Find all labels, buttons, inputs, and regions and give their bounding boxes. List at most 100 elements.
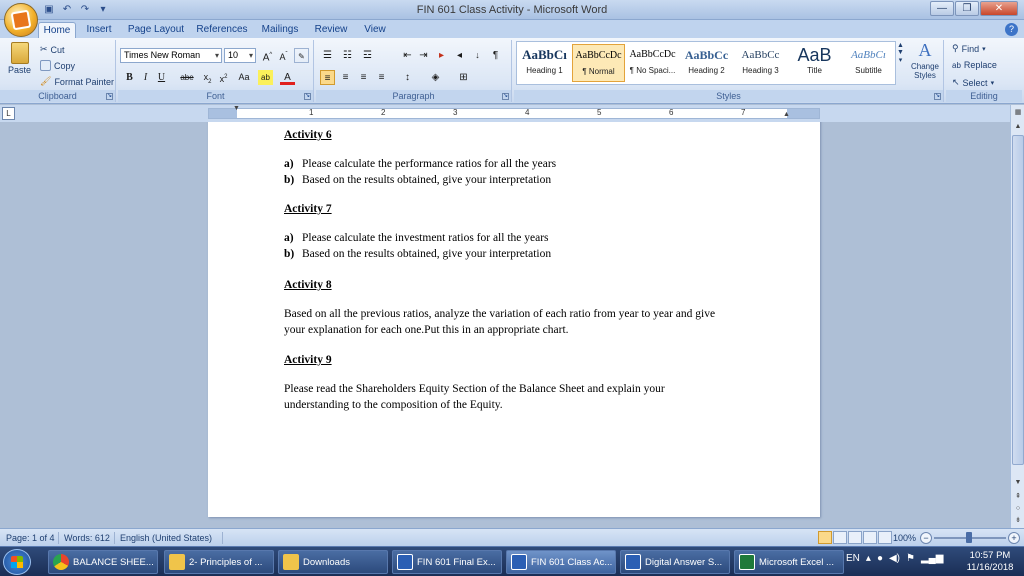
volume-icon[interactable]: ◀) [889,553,900,564]
office-button[interactable] [4,3,38,37]
previous-page-icon[interactable]: ⇞ [1012,491,1024,503]
bold-button[interactable]: B [122,70,137,85]
document-page[interactable]: Activity 6 a) Please calculate the perfor… [208,122,820,517]
shading-button[interactable]: ◈ [428,70,443,85]
clipboard-launcher-icon[interactable]: ↘ [106,93,113,100]
language-indicator[interactable]: English (United States) [120,533,212,543]
restore-button[interactable]: ❐ [955,1,979,16]
change-case-button[interactable]: Aa [234,70,254,85]
minimize-button[interactable]: — [930,1,954,16]
style-heading-2[interactable]: AaBbCc Heading 2 [680,44,733,82]
clear-formatting-button[interactable]: ✎ [294,48,309,63]
tab-insert[interactable]: Insert [84,22,114,38]
highlight-color-button[interactable]: ab [258,70,273,85]
ltr-direction-button[interactable]: ▸ [434,48,449,63]
tab-review[interactable]: Review [312,22,350,38]
show-formatting-marks-button[interactable]: ¶ [488,48,503,63]
zoom-level[interactable]: 100% [893,533,916,543]
italic-button[interactable]: I [138,70,153,85]
line-spacing-button[interactable]: ↕ [400,70,415,85]
scrollbar-thumb[interactable] [1012,135,1024,465]
font-name-select[interactable]: Times New Roman [120,48,222,63]
system-clock[interactable]: 10:57 PM 11/16/2018 [960,550,1020,574]
scroll-up-arrow-icon[interactable]: ▲ [1012,121,1024,133]
taskbar-item-word-final[interactable]: FIN 601 Final Ex... [392,550,502,574]
ruler-toggle-icon[interactable]: ▦ [1012,107,1024,119]
scroll-down-arrow-icon[interactable]: ▼ [1012,477,1024,489]
paste-button[interactable]: Paste [8,42,31,75]
print-layout-view-button[interactable] [818,531,832,544]
zoom-in-button[interactable]: + [1008,532,1020,544]
superscript-button[interactable]: x2 [216,70,231,85]
tab-references[interactable]: References [196,22,248,38]
format-painter-button[interactable]: 🖌 Format Painter [40,76,114,87]
replace-button[interactable]: ab Replace [952,60,997,70]
increase-indent-button[interactable]: ⇥ [416,48,431,63]
help-icon[interactable]: ? [1005,23,1018,36]
signal-icon[interactable]: ▂▄▆ [921,553,943,564]
find-button[interactable]: ⚲ Find ▾ [952,43,986,54]
style-normal[interactable]: AaBbCcDc ¶ Normal [572,44,625,82]
numbering-button[interactable]: ☷ [340,48,355,63]
start-button[interactable] [3,549,31,575]
outline-view-button[interactable] [863,531,877,544]
taskbar-item-chrome[interactable]: BALANCE SHEE... [48,550,158,574]
language-bar[interactable]: EN [846,553,860,564]
style-heading-3[interactable]: AaBbCc Heading 3 [734,44,787,82]
full-screen-reading-button[interactable] [833,531,847,544]
next-page-icon[interactable]: ⇟ [1012,515,1024,527]
right-indent-marker[interactable]: ▲ [783,111,790,118]
style-no-spacing[interactable]: AaBbCcDc ¶ No Spaci... [626,44,679,82]
styles-launcher-icon[interactable]: ↘ [934,93,941,100]
zoom-slider-thumb[interactable] [966,532,972,543]
taskbar-item-downloads[interactable]: Downloads [278,550,388,574]
page-indicator[interactable]: Page: 1 of 4 [6,533,55,543]
style-subtitle[interactable]: AaBbCı Subtitle [842,44,895,82]
strikethrough-button[interactable]: abe [176,70,198,85]
tab-mailings[interactable]: Mailings [258,22,302,38]
grow-font-button[interactable]: A^ [260,48,275,63]
taskbar-item-word-digital[interactable]: Digital Answer S... [620,550,730,574]
tab-home[interactable]: Home [38,22,76,38]
tab-view[interactable]: View [360,22,390,38]
underline-button[interactable]: U [154,70,169,85]
horizontal-ruler[interactable]: 1 2 3 4 5 6 7 ▼ ▲ [208,105,820,119]
font-size-select[interactable]: 10 [224,48,256,63]
close-button[interactable]: ✕ [980,1,1018,16]
zoom-out-button[interactable]: − [920,532,932,544]
align-right-button[interactable]: ≡ [356,70,371,85]
shrink-font-button[interactable]: Aˇ [276,48,291,63]
decrease-indent-button[interactable]: ⇤ [400,48,415,63]
action-center-icon[interactable]: ⚑ [906,553,915,564]
tab-page-layout[interactable]: Page Layout [126,22,186,38]
draft-view-button[interactable] [878,531,892,544]
rtl-direction-button[interactable]: ◂ [452,48,467,63]
show-hidden-icons-icon[interactable]: ▴ [866,553,871,564]
sort-button[interactable]: ↓ [470,48,485,63]
paragraph-launcher-icon[interactable]: ↘ [502,93,509,100]
taskbar-item-folder[interactable]: 2- Principles of ... [164,550,274,574]
copy-button[interactable]: Copy [40,60,75,71]
styles-scroll[interactable]: ▲ ▼ ▾ [897,42,904,64]
justify-button[interactable]: ≡ [374,70,389,85]
borders-button[interactable]: ⊞ [456,70,471,85]
tab-selector[interactable]: L [2,107,15,120]
web-layout-button[interactable] [848,531,862,544]
subscript-button[interactable]: x2 [200,70,215,85]
taskbar-item-word-class[interactable]: FIN 601 Class Ac... [506,550,616,574]
word-count[interactable]: Words: 612 [64,533,110,543]
network-status-icon[interactable]: ● [877,553,883,564]
first-line-indent-marker[interactable]: ▼ [233,105,240,112]
style-title[interactable]: AaB Title [788,44,841,82]
vertical-scrollbar[interactable]: ▦ ▲ ▼ ⇞ ○ ⇟ [1010,105,1024,528]
style-heading-1[interactable]: AaBbCı Heading 1 [518,44,571,82]
bullets-button[interactable]: ☰ [320,48,335,63]
change-styles-button[interactable]: A Change Styles [908,40,942,80]
align-left-button[interactable]: ≡ [320,70,335,85]
taskbar-item-excel[interactable]: Microsoft Excel ... [734,550,844,574]
browse-object-icon[interactable]: ○ [1012,503,1024,515]
multilevel-list-button[interactable]: ☲ [360,48,375,63]
font-color-button[interactable]: A [280,70,295,85]
font-launcher-icon[interactable]: ↘ [304,93,311,100]
align-center-button[interactable]: ≡ [338,70,353,85]
